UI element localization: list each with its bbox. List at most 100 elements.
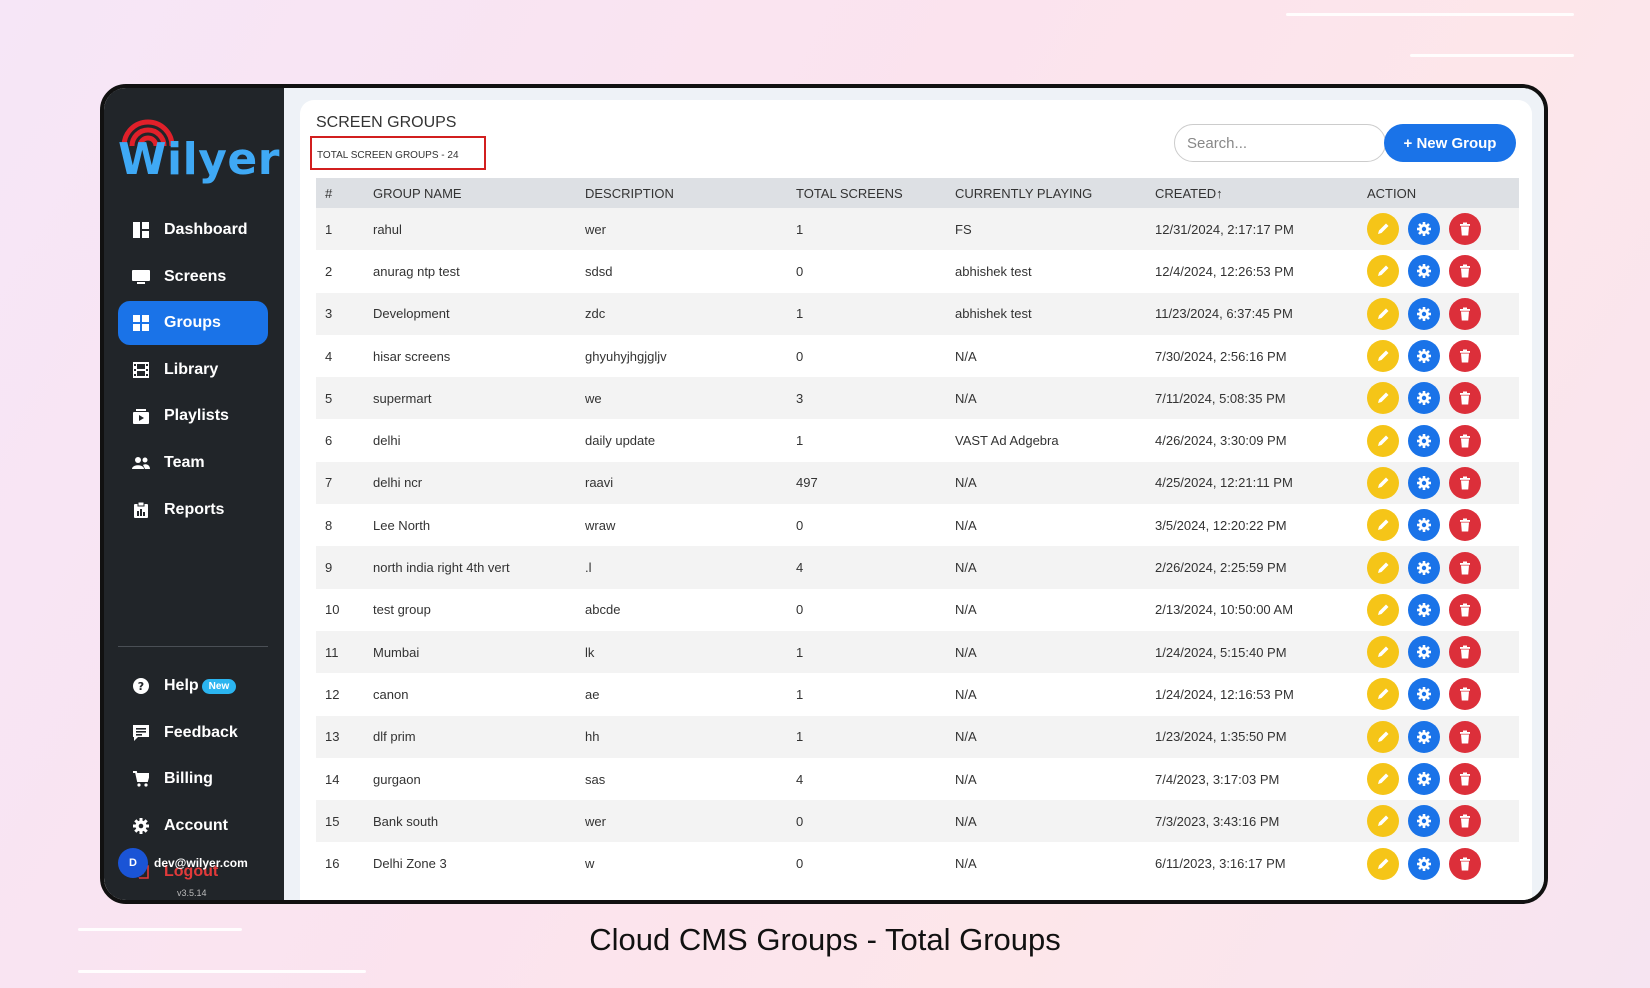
pencil-icon: [1378, 562, 1389, 573]
table-row[interactable]: 7 delhi ncr raavi 497 N/A 4/25/2024, 12:21:11…: [316, 461, 1519, 505]
edit-button[interactable]: [1367, 424, 1399, 457]
search-input[interactable]: [1174, 124, 1386, 162]
edit-button[interactable]: [1367, 213, 1399, 246]
cell-index: 7: [325, 475, 333, 491]
row-actions: [1367, 763, 1519, 795]
settings-button[interactable]: [1408, 636, 1440, 669]
edit-button[interactable]: [1367, 255, 1399, 288]
user-profile[interactable]: D dev@wilyer.com: [118, 848, 248, 878]
delete-button[interactable]: [1449, 636, 1481, 669]
edit-button[interactable]: [1367, 720, 1399, 753]
settings-button[interactable]: [1408, 382, 1440, 415]
nav-item-groups[interactable]: Groups: [118, 301, 268, 346]
settings-button[interactable]: [1408, 805, 1440, 838]
delete-button[interactable]: [1449, 382, 1481, 415]
delete-button[interactable]: [1449, 255, 1481, 288]
table-row[interactable]: 5 supermart we 3 N/A 7/11/2024, 5:08:35 PM: [316, 377, 1519, 420]
delete-button[interactable]: [1449, 551, 1481, 584]
settings-button[interactable]: [1408, 255, 1440, 288]
edit-button[interactable]: [1367, 593, 1399, 626]
gear-icon: [1417, 729, 1431, 744]
table-row[interactable]: 8 Lee North wraw 0 N/A 3/5/2024, 12:20:22 PM: [316, 504, 1519, 546]
table-row[interactable]: 6 delhi daily update 1 VAST Ad Adgebra 4/26/2…: [316, 419, 1519, 461]
col-index[interactable]: #: [316, 178, 364, 208]
pencil-icon: [1378, 265, 1389, 277]
delete-button[interactable]: [1449, 763, 1481, 795]
delete-button[interactable]: [1449, 593, 1481, 626]
table-row[interactable]: 15 Bank south wer 0 N/A 7/3/2023, 3:43:16 PM: [316, 800, 1519, 843]
nav-item-team[interactable]: Team: [118, 441, 268, 485]
col-group-name[interactable]: GROUP NAME: [364, 178, 576, 208]
edit-button[interactable]: [1367, 678, 1399, 711]
table-row[interactable]: 16 Delhi Zone 3 w 0 N/A 6/11/2023, 3:16:17 PM: [316, 842, 1519, 884]
delete-button[interactable]: [1449, 297, 1481, 330]
table-row[interactable]: 14 gurgaon sas 4 N/A 7/4/2023, 3:17:03 PM: [316, 758, 1519, 800]
col-total-screens[interactable]: TOTAL SCREENS: [787, 178, 946, 208]
settings-button[interactable]: [1408, 297, 1440, 330]
nav-item-reports[interactable]: Reports: [118, 488, 268, 532]
cell-created: 12/31/2024, 2:17:17 PM: [1155, 221, 1294, 237]
delete-button[interactable]: [1449, 847, 1481, 880]
film-icon: [132, 361, 150, 379]
delete-button[interactable]: [1449, 424, 1481, 457]
cell-index: 11: [325, 644, 339, 660]
edit-button[interactable]: [1367, 636, 1399, 669]
table-row[interactable]: 11 Mumbai lk 1 N/A 1/24/2024, 5:15:40 PM: [316, 630, 1519, 674]
settings-button[interactable]: [1408, 466, 1440, 499]
new-group-button[interactable]: + New Group: [1384, 124, 1516, 162]
nav-item-playlists[interactable]: Playlists: [118, 394, 268, 438]
nav-item-feedback[interactable]: Feedback: [118, 711, 268, 755]
delete-button[interactable]: [1449, 509, 1481, 542]
col-currently-playing[interactable]: CURRENTLY PLAYING: [946, 178, 1146, 208]
edit-button[interactable]: [1367, 509, 1399, 542]
nav-divider: [118, 646, 268, 647]
settings-button[interactable]: [1408, 763, 1440, 795]
delete-button[interactable]: [1449, 213, 1481, 246]
settings-button[interactable]: [1408, 424, 1440, 457]
edit-button[interactable]: [1367, 763, 1399, 795]
table-row[interactable]: 10 test group abcde 0 N/A 2/13/2024, 10:50:00…: [316, 589, 1519, 631]
settings-button[interactable]: [1408, 551, 1440, 584]
edit-button[interactable]: [1367, 466, 1399, 499]
delete-button[interactable]: [1449, 720, 1481, 753]
delete-button[interactable]: [1449, 340, 1481, 373]
edit-button[interactable]: [1367, 847, 1399, 880]
settings-button[interactable]: [1408, 593, 1440, 626]
settings-button[interactable]: [1408, 340, 1440, 373]
delete-button[interactable]: [1449, 466, 1481, 499]
delete-button[interactable]: [1449, 678, 1481, 711]
table-row[interactable]: 13 dlf prim hh 1 N/A 1/23/2024, 1:35:50 PM: [316, 715, 1519, 758]
trash-icon: [1460, 349, 1470, 363]
nav-item-library[interactable]: Library: [118, 348, 268, 392]
table-row[interactable]: 3 Development zdc 1 abhishek test 11/23/2024,…: [316, 292, 1519, 335]
row-actions: [1367, 805, 1519, 838]
settings-button[interactable]: [1408, 678, 1440, 711]
edit-button[interactable]: [1367, 551, 1399, 584]
trash-icon: [1460, 772, 1470, 786]
decorative-line: [78, 970, 366, 973]
settings-button[interactable]: [1408, 720, 1440, 753]
edit-button[interactable]: [1367, 382, 1399, 415]
delete-button[interactable]: [1449, 805, 1481, 838]
col-description[interactable]: DESCRIPTION: [576, 178, 787, 208]
cell-actions: [1358, 589, 1519, 631]
table-row[interactable]: 2 anurag ntp test sdsd 0 abhishek test 12/4/2…: [316, 250, 1519, 292]
nav-item-screens[interactable]: Screens: [118, 255, 268, 299]
settings-button[interactable]: [1408, 213, 1440, 246]
table-row[interactable]: 12 canon ae 1 N/A 1/24/2024, 12:16:53 PM: [316, 673, 1519, 715]
settings-button[interactable]: [1408, 509, 1440, 542]
settings-button[interactable]: [1408, 847, 1440, 880]
table-row[interactable]: 9 north india right 4th vert .l 4 N/A 2/26/20…: [316, 546, 1519, 589]
pencil-icon: [1378, 604, 1389, 615]
edit-button[interactable]: [1367, 340, 1399, 373]
nav-item-help[interactable]: ? Help New: [118, 664, 268, 708]
nav-item-account[interactable]: Account: [118, 804, 268, 848]
nav-item-dashboard[interactable]: Dashboard: [118, 208, 268, 252]
col-created[interactable]: CREATED↑: [1146, 178, 1358, 208]
edit-button[interactable]: [1367, 805, 1399, 838]
cell-description: sas: [585, 771, 606, 787]
table-row[interactable]: 4 hisar screens ghyuhyjhgjgljv 0 N/A 7/30/202…: [316, 335, 1519, 377]
edit-button[interactable]: [1367, 297, 1399, 330]
table-row[interactable]: 1 rahul wer 1 FS 12/31/2024, 2:17:17 PM: [316, 208, 1519, 251]
nav-item-billing[interactable]: Billing: [118, 757, 268, 801]
